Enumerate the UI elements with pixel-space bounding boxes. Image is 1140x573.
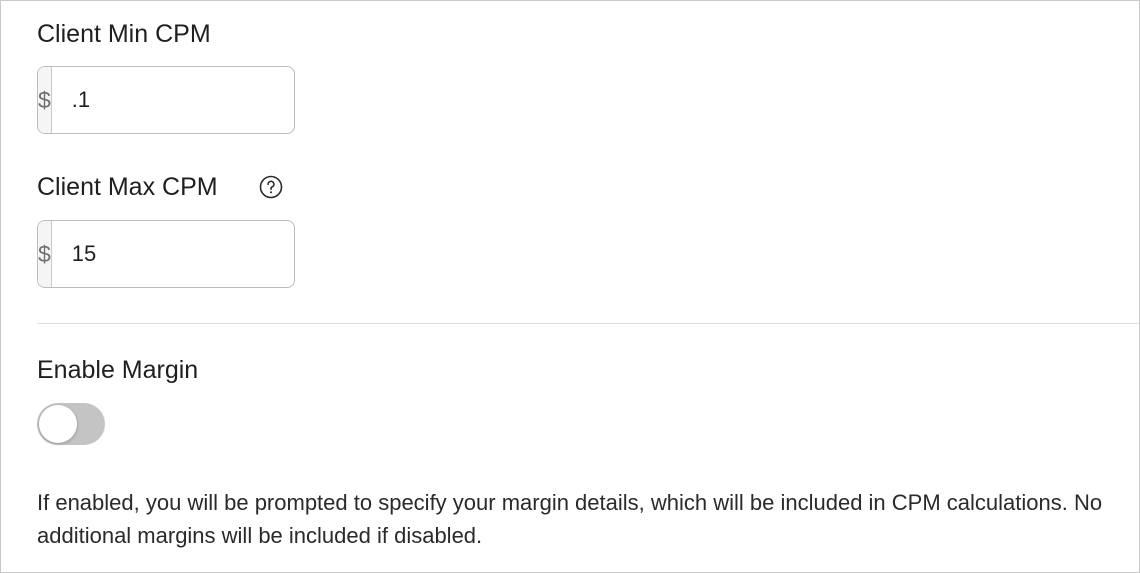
client-min-cpm-input[interactable] <box>51 67 294 133</box>
client-max-cpm-field: $ <box>37 220 295 288</box>
client-min-cpm-field: $ <box>37 66 295 134</box>
enable-margin-label: Enable Margin <box>37 356 199 384</box>
enable-margin-toggle[interactable] <box>37 403 105 445</box>
section-divider <box>37 323 1139 324</box>
cpm-settings-panel: Client Min CPM $ Client Max CPM $ Enable… <box>0 0 1140 573</box>
toggle-knob <box>39 405 77 443</box>
question-circle-icon[interactable] <box>259 175 283 199</box>
currency-prefix: $ <box>38 67 52 133</box>
client-max-cpm-input[interactable] <box>51 221 294 287</box>
client-max-cpm-label: Client Max CPM <box>37 173 218 201</box>
currency-prefix: $ <box>38 221 52 287</box>
client-min-cpm-label: Client Min CPM <box>37 20 211 48</box>
enable-margin-description: If enabled, you will be prompted to spec… <box>37 490 1103 548</box>
